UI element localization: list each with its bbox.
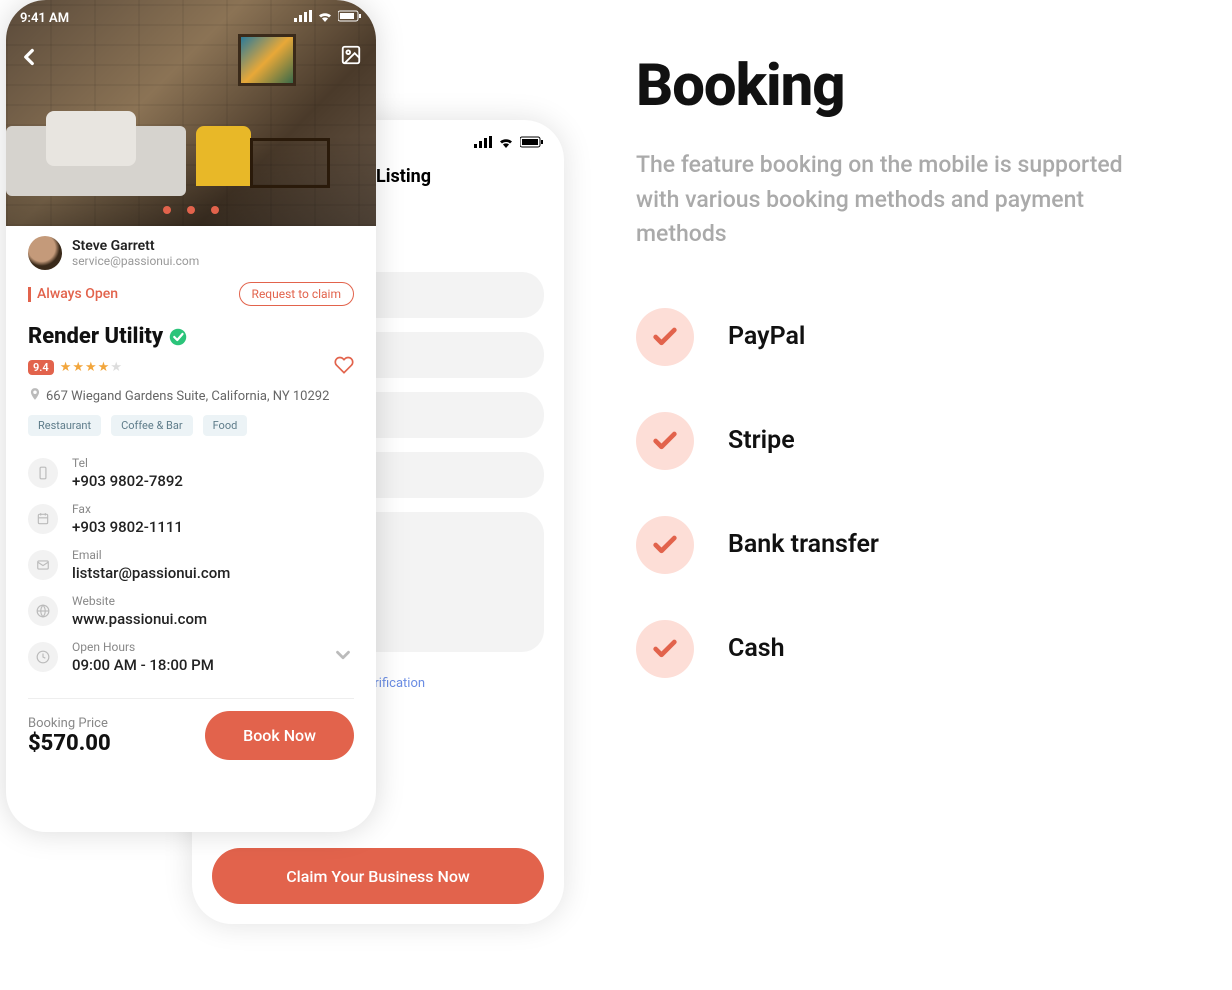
divider — [28, 698, 354, 699]
star-icon: ★ — [98, 360, 110, 375]
star-icon: ★ — [110, 360, 122, 375]
feature-label: PayPal — [728, 322, 805, 351]
clock-icon — [28, 642, 58, 672]
location-icon — [28, 387, 42, 405]
signal-icon — [294, 10, 312, 26]
info-value: +903 9802-1111 — [72, 518, 183, 536]
info-hours[interactable]: Open Hours 09:00 AM - 18:00 PM — [28, 634, 354, 680]
info-label: Open Hours — [72, 640, 214, 654]
status-time: 9:41 AM — [20, 11, 69, 26]
info-value: 09:00 AM - 18:00 PM — [72, 656, 214, 674]
battery-icon — [338, 10, 362, 26]
verified-icon — [169, 328, 187, 346]
globe-icon — [28, 596, 58, 626]
info-label: Fax — [72, 502, 183, 516]
info-fax[interactable]: Fax +903 9802-1111 — [28, 496, 354, 542]
info-value: liststar@passionui.com — [72, 564, 230, 582]
back-button[interactable] — [16, 44, 42, 74]
star-rating: ★ ★ ★ ★ ★ — [60, 360, 122, 375]
book-now-button[interactable]: Book Now — [205, 711, 354, 760]
open-status: Always Open — [28, 286, 118, 302]
check-icon — [636, 308, 694, 366]
phone-icon — [28, 458, 58, 488]
info-email[interactable]: Email liststar@passionui.com — [28, 542, 354, 588]
chevron-down-icon — [332, 644, 354, 670]
tag[interactable]: Food — [203, 415, 248, 436]
wifi-icon — [317, 10, 333, 26]
star-icon: ★ — [85, 360, 97, 375]
info-value: www.passionui.com — [72, 610, 207, 628]
price-value: $570.00 — [28, 731, 111, 756]
info-label: Tel — [72, 456, 183, 470]
owner-name: Steve Garrett — [72, 238, 199, 254]
fax-icon — [28, 504, 58, 534]
signal-icon — [474, 136, 492, 152]
tag[interactable]: Restaurant — [28, 415, 101, 436]
feature-title: Booking — [636, 52, 1156, 120]
avatar — [28, 236, 62, 270]
battery-icon — [520, 136, 544, 152]
info-label: Email — [72, 548, 230, 562]
phone-listing-detail: 9:41 AM Steve Garrett service@passionui.… — [6, 0, 376, 832]
carousel-dots[interactable] — [6, 206, 376, 214]
status-bar: 9:41 AM — [20, 10, 362, 26]
owner-row[interactable]: Steve Garrett service@passionui.com — [28, 236, 354, 270]
rating-score: 9.4 — [28, 360, 54, 375]
listing-title: Render Utility — [28, 324, 163, 349]
star-icon: ★ — [60, 360, 72, 375]
feature-label: Stripe — [728, 426, 795, 455]
listing-address: 667 Wiegand Gardens Suite, California, N… — [46, 389, 329, 404]
listing-hero[interactable]: 9:41 AM — [6, 0, 376, 226]
wifi-icon — [498, 136, 514, 152]
feature-label: Cash — [728, 634, 785, 663]
info-value: +903 9802-7892 — [72, 472, 183, 490]
check-icon — [636, 516, 694, 574]
info-label: Website — [72, 594, 207, 608]
owner-email: service@passionui.com — [72, 254, 199, 268]
tag[interactable]: Coffee & Bar — [111, 415, 192, 436]
feature-item: Cash — [636, 620, 1156, 678]
favorite-button[interactable] — [334, 355, 354, 379]
claim-business-button[interactable]: Claim Your Business Now — [212, 848, 544, 904]
feature-item: PayPal — [636, 308, 1156, 366]
address-row[interactable]: 667 Wiegand Gardens Suite, California, N… — [28, 387, 354, 405]
info-tel[interactable]: Tel +903 9802-7892 — [28, 450, 354, 496]
tags-row: Restaurant Coffee & Bar Food — [28, 415, 354, 436]
gallery-icon[interactable] — [340, 44, 362, 70]
feature-column: Booking The feature booking on the mobil… — [636, 52, 1156, 724]
price-label: Booking Price — [28, 716, 111, 731]
request-to-claim-button[interactable]: Request to claim — [239, 282, 354, 306]
feature-item: Bank transfer — [636, 516, 1156, 574]
feature-label: Bank transfer — [728, 530, 879, 559]
info-website[interactable]: Website www.passionui.com — [28, 588, 354, 634]
features-list: PayPal Stripe Bank transfer Cash — [636, 308, 1156, 678]
check-icon — [636, 620, 694, 678]
email-icon — [28, 550, 58, 580]
feature-description: The feature booking on the mobile is sup… — [636, 148, 1156, 252]
check-icon — [636, 412, 694, 470]
star-icon: ★ — [72, 360, 84, 375]
feature-item: Stripe — [636, 412, 1156, 470]
